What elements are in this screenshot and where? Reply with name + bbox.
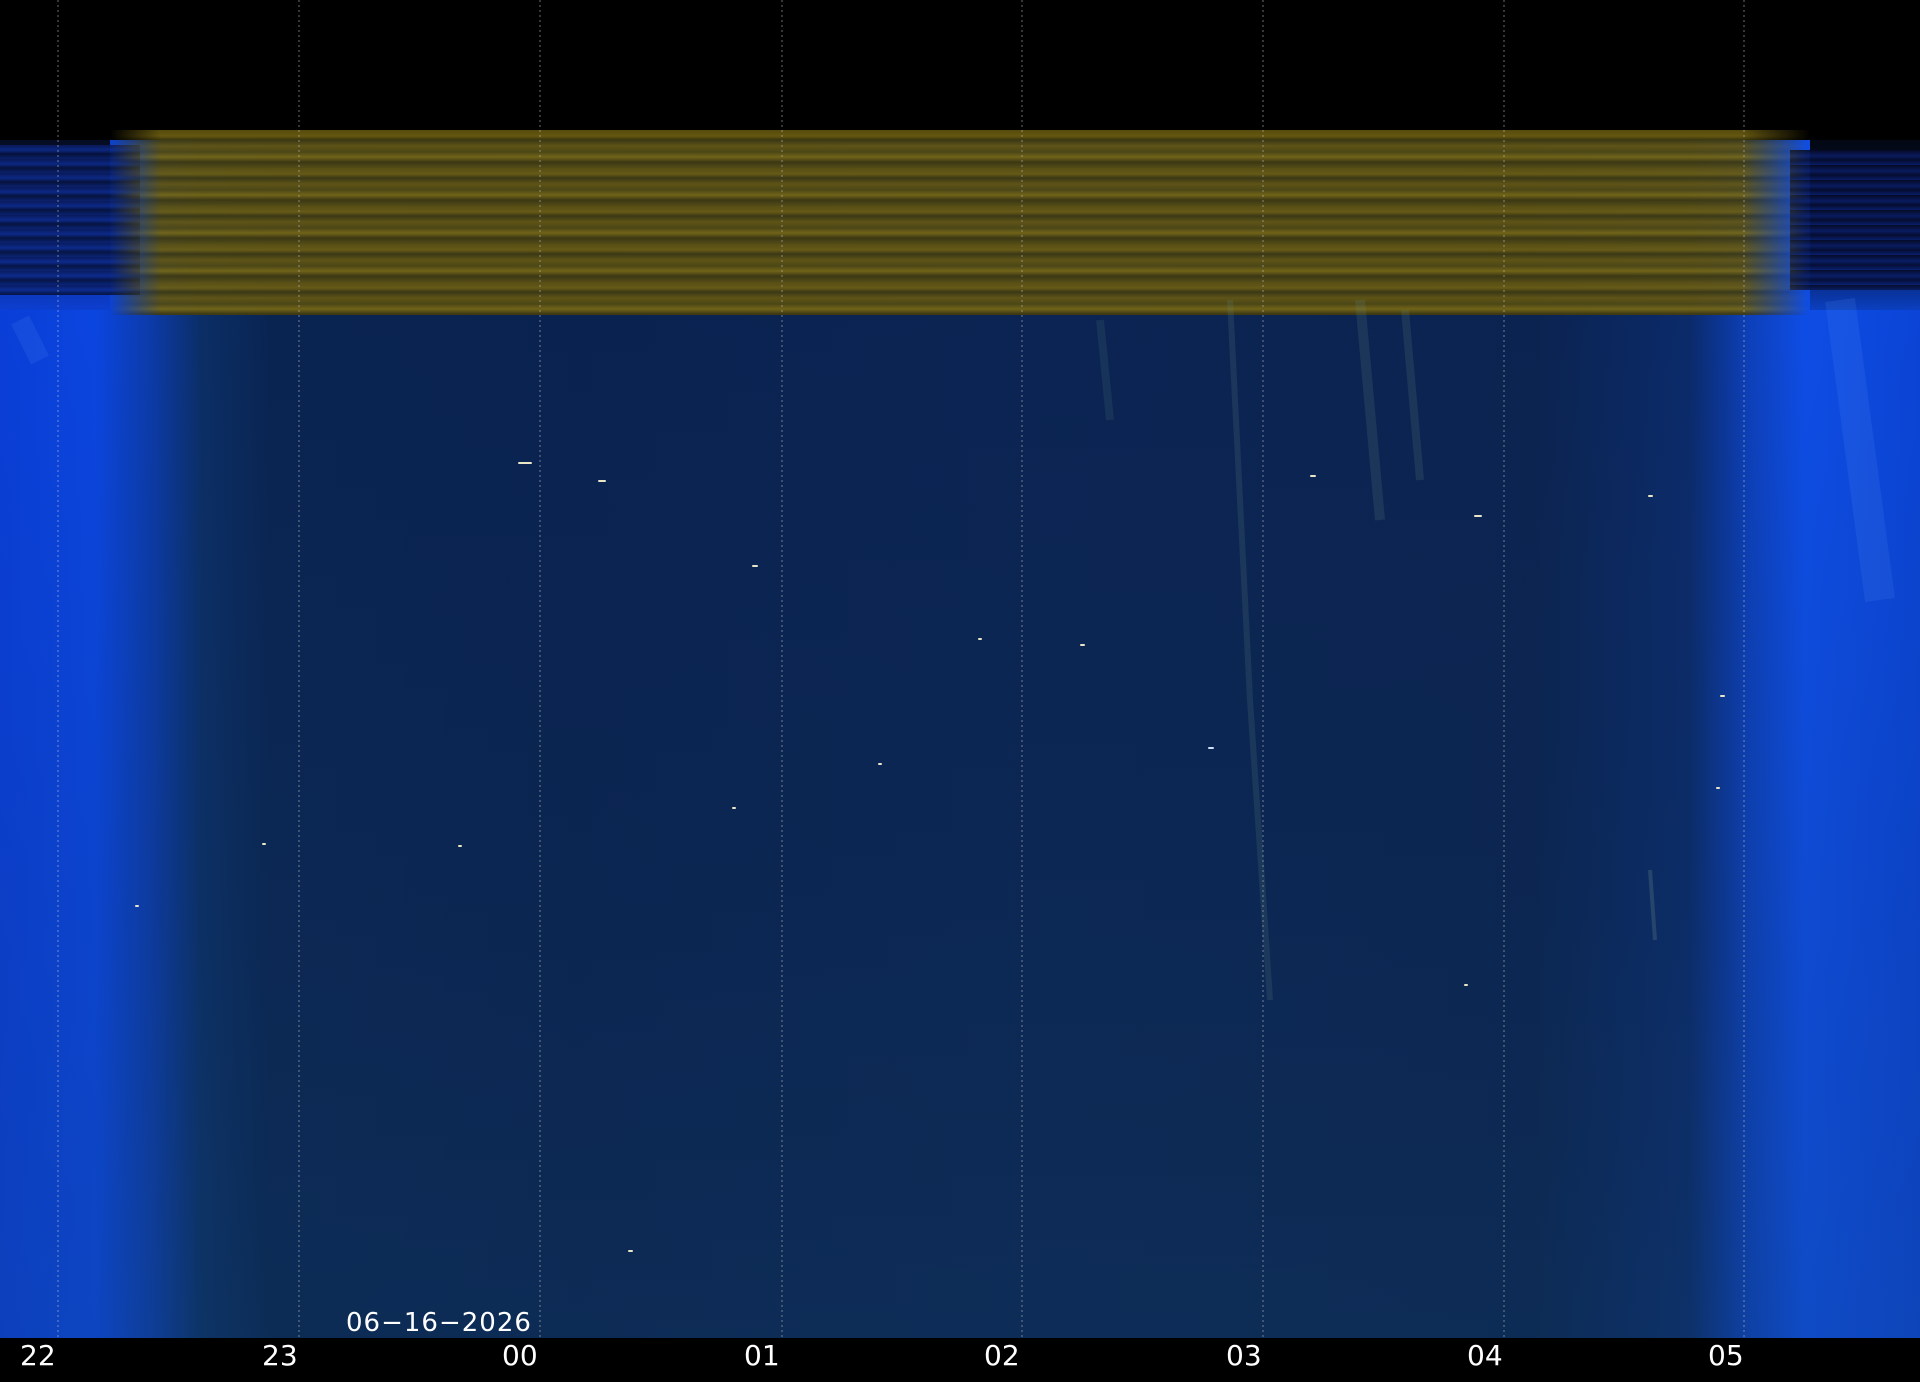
keogram-image: 06−16−2026 22 23 00 01 02 03 04 05 — [0, 0, 1920, 1382]
hour-label-04: 04 — [1467, 1339, 1503, 1372]
hour-label-22: 22 — [20, 1339, 56, 1372]
hour-label-03: 03 — [1226, 1339, 1262, 1372]
hour-label-01: 01 — [744, 1339, 780, 1372]
hour-label-00: 00 — [502, 1339, 538, 1372]
hour-label-02: 02 — [984, 1339, 1020, 1372]
hour-label-23: 23 — [262, 1339, 298, 1372]
hour-label-05: 05 — [1708, 1339, 1744, 1372]
date-label: 06−16−2026 — [346, 1308, 532, 1338]
hour-grid — [57, 0, 1745, 1382]
